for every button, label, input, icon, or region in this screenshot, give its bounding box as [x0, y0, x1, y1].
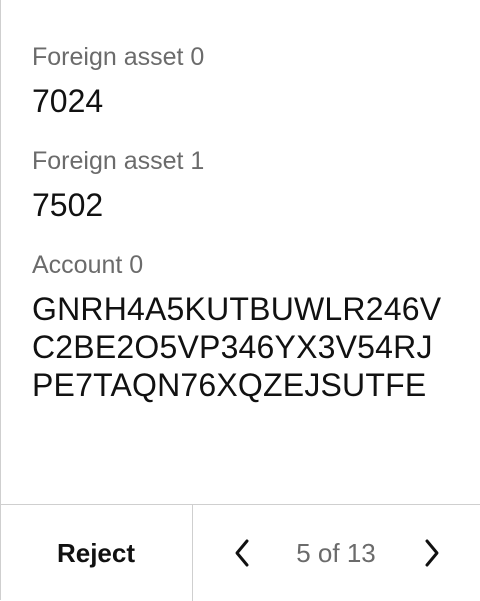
field-foreign-asset-1: Foreign asset 1 7502: [32, 146, 204, 224]
field-label: Foreign asset 1: [32, 147, 205, 175]
reject-button[interactable]: Reject: [0, 505, 192, 601]
field-label: Foreign asset 0: [32, 43, 205, 71]
field-label: Account 0: [32, 251, 144, 279]
field-value: 7024: [32, 83, 104, 119]
field-foreign-asset-0: Foreign asset 0 7024: [32, 42, 204, 120]
page-indicator: 5 of 13: [296, 537, 376, 568]
field-account-0: Account 0 GNRH4A5KUTBUWLR246VC2BE2O5VP34…: [32, 250, 442, 404]
field-value: GNRH4A5KUTBUWLR246VC2BE2O5VP346YX3V54RJP…: [32, 291, 442, 403]
pagination: 5 of 13: [193, 505, 480, 601]
field-value: 7502: [32, 187, 104, 223]
footer-bar: Reject 5 of 13: [0, 504, 480, 601]
chevron-right-icon[interactable]: [417, 537, 445, 569]
chevron-left-icon[interactable]: [229, 537, 257, 569]
